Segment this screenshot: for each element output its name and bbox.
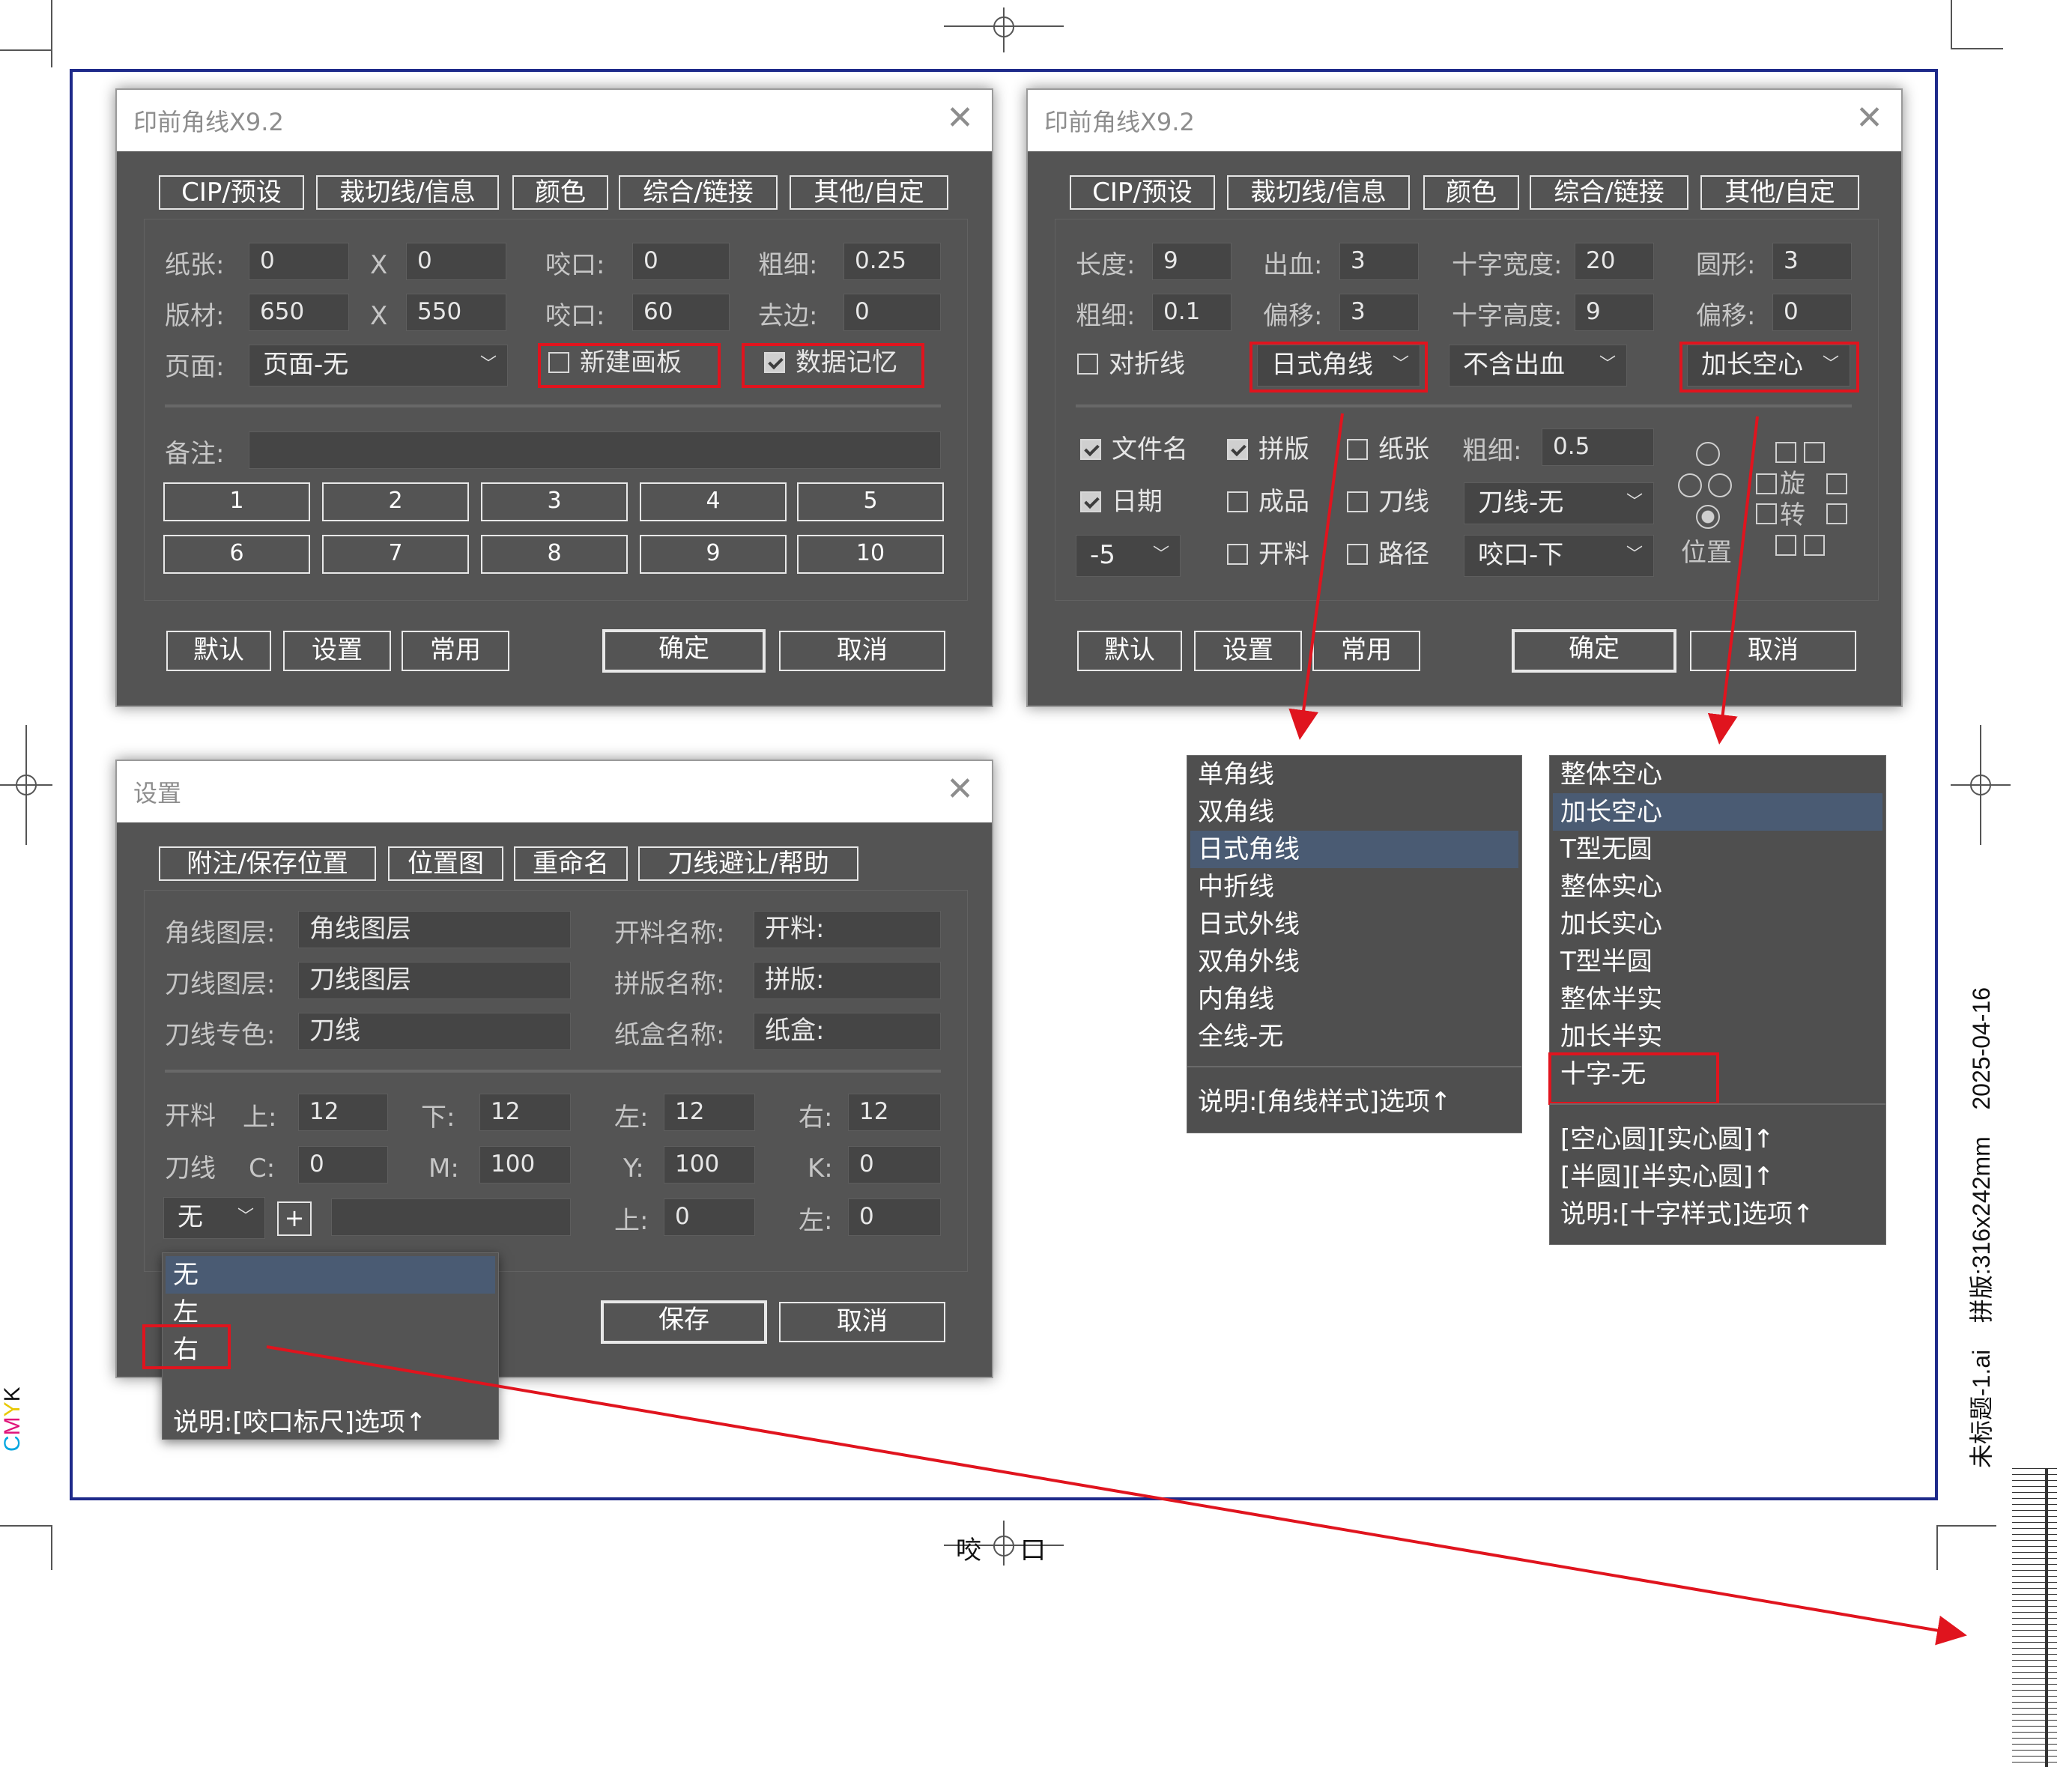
arrow-cross-style [1707, 416, 1759, 745]
arrow-ruler [266, 1345, 1967, 1646]
annotation-arrows [266, 413, 1967, 1646]
arrow-corner-style [1288, 413, 1344, 740]
